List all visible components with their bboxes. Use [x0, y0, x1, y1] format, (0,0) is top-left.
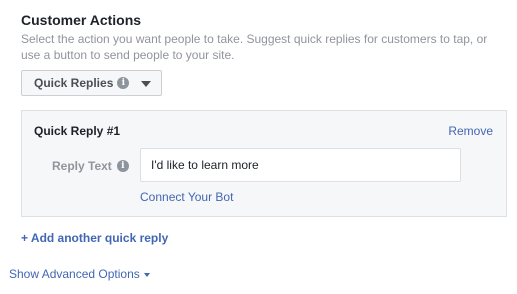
section-title: Customer Actions: [21, 12, 142, 28]
remove-quick-reply-link[interactable]: Remove: [448, 124, 493, 138]
caret-down-icon: [141, 80, 152, 87]
advanced-options-label: Show Advanced Options: [9, 267, 140, 281]
caret-down-icon: [143, 272, 150, 277]
action-type-dropdown[interactable]: Quick Replies i: [21, 70, 162, 96]
section-description: Select the action you want people to tak…: [21, 32, 488, 62]
info-icon[interactable]: i: [116, 160, 129, 172]
reply-text-label-group: Reply Text i: [52, 159, 129, 173]
dropdown-selected-label: Quick Replies: [34, 76, 114, 90]
connect-your-bot-link[interactable]: Connect Your Bot: [140, 190, 233, 204]
info-icon[interactable]: i: [117, 77, 130, 89]
add-quick-reply-link[interactable]: + Add another quick reply: [21, 231, 168, 245]
show-advanced-options-link[interactable]: Show Advanced Options: [9, 267, 150, 281]
quick-reply-header: Quick Reply #1: [34, 124, 121, 138]
reply-text-input[interactable]: [140, 148, 461, 182]
quick-reply-panel: Quick Reply #1 Remove Reply Text i Conne…: [21, 110, 507, 217]
reply-text-label: Reply Text: [52, 159, 112, 173]
